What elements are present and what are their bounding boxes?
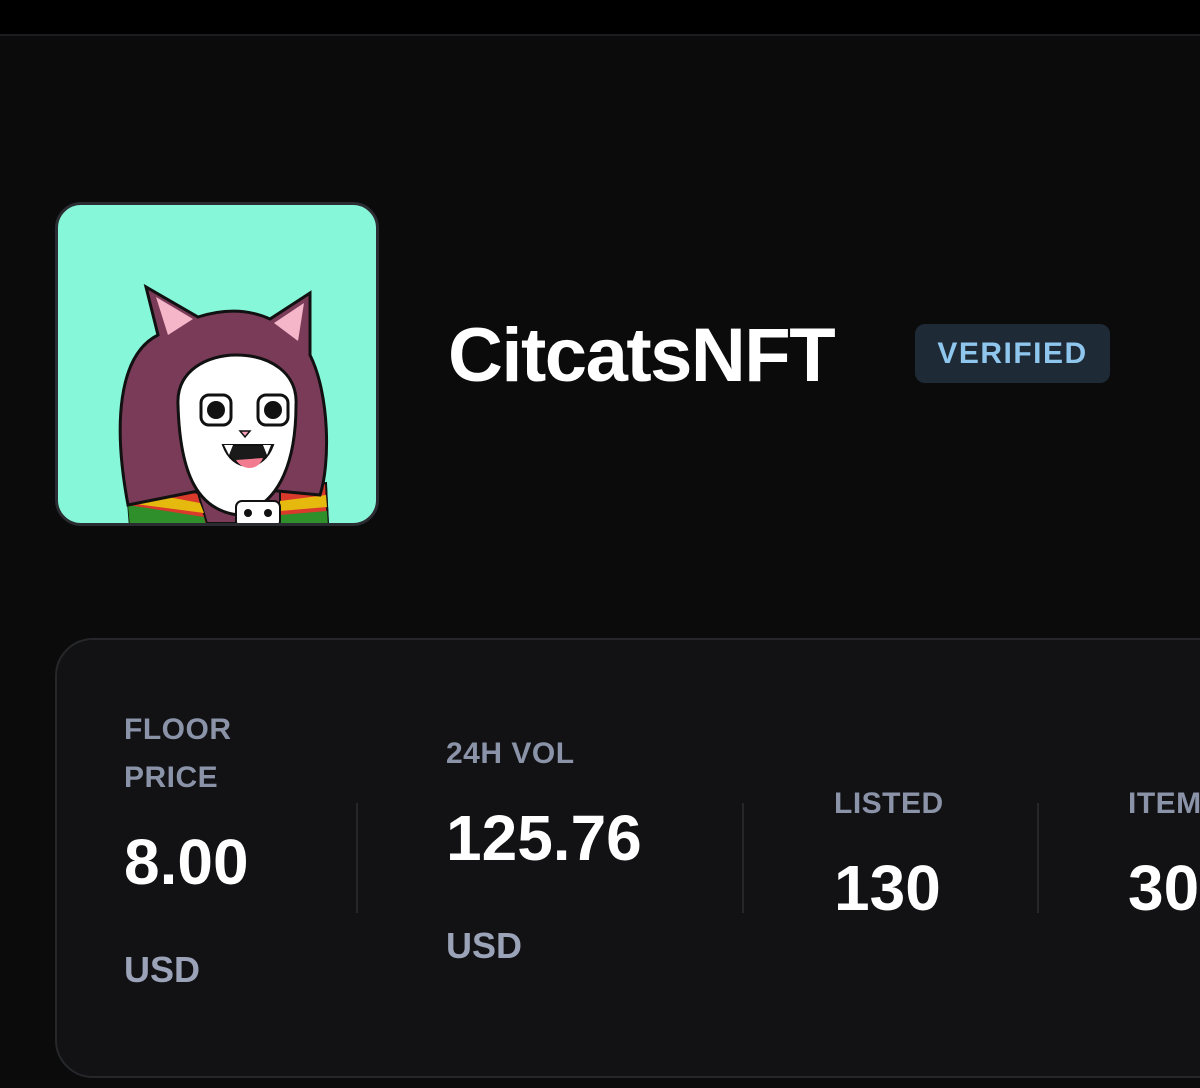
collection-name: CitcatsNFT xyxy=(448,313,836,398)
listed-value: 130 xyxy=(834,852,941,924)
collection-page: CitcatsNFT VERIFIED FLOOR PRICE 8.00 USD… xyxy=(0,0,1200,1088)
volume-unit: USD xyxy=(446,925,523,966)
items-label: ITEMS xyxy=(1128,787,1200,820)
floor-price-value: 8.00 xyxy=(124,826,249,898)
collection-avatar xyxy=(55,202,379,526)
stat-divider xyxy=(1037,803,1039,913)
volume-label: 24H VOL xyxy=(446,737,575,770)
floor-price-unit: USD xyxy=(124,949,201,990)
verified-badge: VERIFIED xyxy=(915,324,1110,383)
items-value: 30 xyxy=(1128,852,1200,924)
top-bar xyxy=(0,0,1200,36)
stat-divider xyxy=(356,803,358,913)
listed-label: LISTED xyxy=(834,787,944,820)
cat-nft-avatar-icon xyxy=(118,283,330,523)
floor-price-label: FLOOR PRICE xyxy=(124,713,232,794)
volume-value: 125.76 xyxy=(446,802,642,874)
stat-divider xyxy=(742,803,744,913)
